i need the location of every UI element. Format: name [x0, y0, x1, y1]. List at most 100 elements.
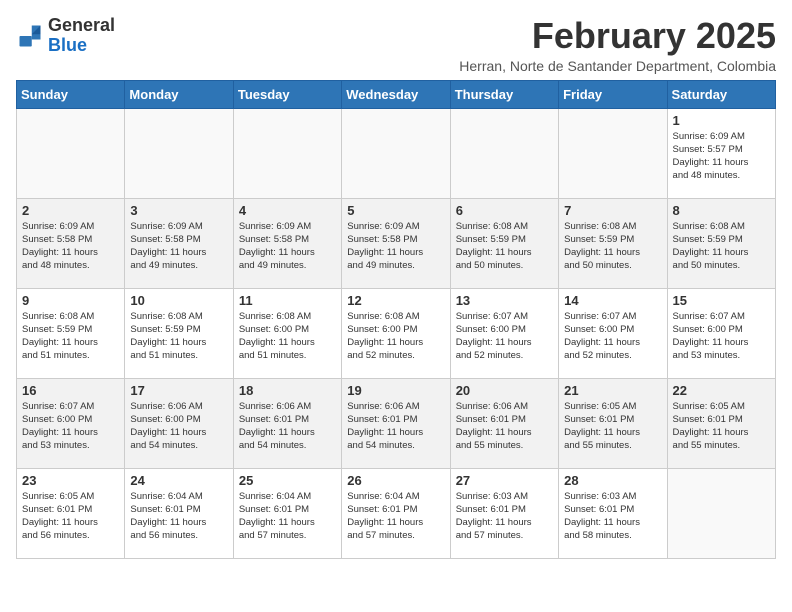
day-number: 15 — [673, 293, 770, 308]
day-number: 17 — [130, 383, 227, 398]
calendar-cell: 1 Sunrise: 6:09 AM Sunset: 5:57 PM Daylig… — [667, 108, 775, 198]
day-number: 16 — [22, 383, 119, 398]
weekday-header-thursday: Thursday — [450, 80, 558, 108]
calendar-cell: 10 Sunrise: 6:08 AM Sunset: 5:59 PM Dayli… — [125, 288, 233, 378]
logo: General Blue — [16, 16, 115, 56]
calendar-cell: 19 Sunrise: 6:06 AM Sunset: 6:01 PM Dayli… — [342, 378, 450, 468]
weekday-header-saturday: Saturday — [667, 80, 775, 108]
weekday-header-wednesday: Wednesday — [342, 80, 450, 108]
calendar-week-2: 2 Sunrise: 6:09 AM Sunset: 5:58 PM Daylig… — [17, 198, 776, 288]
day-info: Sunrise: 6:08 AM Sunset: 5:59 PM Dayligh… — [130, 310, 227, 363]
calendar-cell: 25Sunrise: 6:04 AM Sunset: 6:01 PM Dayli… — [233, 468, 341, 558]
weekday-header-row: SundayMondayTuesdayWednesdayThursdayFrid… — [17, 80, 776, 108]
calendar-cell: 9 Sunrise: 6:08 AM Sunset: 5:59 PM Daylig… — [17, 288, 125, 378]
day-number: 5 — [347, 203, 444, 218]
day-info: Sunrise: 6:06 AM Sunset: 6:00 PM Dayligh… — [130, 400, 227, 453]
day-info: Sunrise: 6:05 AM Sunset: 6:01 PM Dayligh… — [22, 490, 119, 543]
day-info: Sunrise: 6:07 AM Sunset: 6:00 PM Dayligh… — [456, 310, 553, 363]
calendar-cell — [559, 108, 667, 198]
day-info: Sunrise: 6:06 AM Sunset: 6:01 PM Dayligh… — [456, 400, 553, 453]
calendar-week-5: 23 Sunrise: 6:05 AM Sunset: 6:01 PM Dayli… — [17, 468, 776, 558]
calendar-cell: 11 Sunrise: 6:08 AM Sunset: 6:00 PM Dayli… — [233, 288, 341, 378]
day-number: 9 — [22, 293, 119, 308]
day-info: Sunrise: 6:08 AM Sunset: 5:59 PM Dayligh… — [564, 220, 661, 273]
calendar-cell — [17, 108, 125, 198]
weekday-header-tuesday: Tuesday — [233, 80, 341, 108]
day-number: 22 — [673, 383, 770, 398]
day-number: 24 — [130, 473, 227, 488]
day-info: Sunrise: 6:05 AM Sunset: 6:01 PM Dayligh… — [673, 400, 770, 453]
calendar-cell: 8 Sunrise: 6:08 AM Sunset: 5:59 PM Daylig… — [667, 198, 775, 288]
day-number: 13 — [456, 293, 553, 308]
day-number: 6 — [456, 203, 553, 218]
day-number: 14 — [564, 293, 661, 308]
day-info: Sunrise: 6:09 AM Sunset: 5:58 PM Dayligh… — [22, 220, 119, 273]
day-info: Sunrise: 6:04 AM Sunset: 6:01 PM Dayligh… — [239, 490, 336, 543]
day-number: 1 — [673, 113, 770, 128]
day-info: Sunrise: 6:08 AM Sunset: 5:59 PM Dayligh… — [22, 310, 119, 363]
calendar-cell: 5Sunrise: 6:09 AM Sunset: 5:58 PM Daylig… — [342, 198, 450, 288]
day-number: 27 — [456, 473, 553, 488]
calendar-cell: 27 Sunrise: 6:03 AM Sunset: 6:01 PM Dayli… — [450, 468, 558, 558]
day-info: Sunrise: 6:06 AM Sunset: 6:01 PM Dayligh… — [347, 400, 444, 453]
day-number: 10 — [130, 293, 227, 308]
day-info: Sunrise: 6:09 AM Sunset: 5:58 PM Dayligh… — [130, 220, 227, 273]
calendar-cell: 26 Sunrise: 6:04 AM Sunset: 6:01 PM Dayli… — [342, 468, 450, 558]
day-info: Sunrise: 6:07 AM Sunset: 6:00 PM Dayligh… — [564, 310, 661, 363]
day-number: 12 — [347, 293, 444, 308]
calendar-week-1: 1 Sunrise: 6:09 AM Sunset: 5:57 PM Daylig… — [17, 108, 776, 198]
day-number: 26 — [347, 473, 444, 488]
day-info: Sunrise: 6:07 AM Sunset: 6:00 PM Dayligh… — [22, 400, 119, 453]
weekday-header-friday: Friday — [559, 80, 667, 108]
calendar-cell: 23 Sunrise: 6:05 AM Sunset: 6:01 PM Dayli… — [17, 468, 125, 558]
day-number: 28 — [564, 473, 661, 488]
day-info: Sunrise: 6:08 AM Sunset: 5:59 PM Dayligh… — [456, 220, 553, 273]
day-info: Sunrise: 6:08 AM Sunset: 5:59 PM Dayligh… — [673, 220, 770, 273]
calendar-cell: 12 Sunrise: 6:08 AM Sunset: 6:00 PM Dayli… — [342, 288, 450, 378]
calendar-cell — [667, 468, 775, 558]
calendar-cell: 13 Sunrise: 6:07 AM Sunset: 6:00 PM Dayli… — [450, 288, 558, 378]
calendar-cell — [342, 108, 450, 198]
calendar-cell — [233, 108, 341, 198]
calendar-cell: 22 Sunrise: 6:05 AM Sunset: 6:01 PM Dayli… — [667, 378, 775, 468]
title-block: February 2025 Herran, Norte de Santander… — [459, 16, 776, 74]
weekday-header-sunday: Sunday — [17, 80, 125, 108]
month-year-title: February 2025 — [459, 16, 776, 56]
day-info: Sunrise: 6:08 AM Sunset: 6:00 PM Dayligh… — [239, 310, 336, 363]
calendar-cell: 7Sunrise: 6:08 AM Sunset: 5:59 PM Daylig… — [559, 198, 667, 288]
day-info: Sunrise: 6:04 AM Sunset: 6:01 PM Dayligh… — [347, 490, 444, 543]
day-number: 2 — [22, 203, 119, 218]
day-number: 3 — [130, 203, 227, 218]
page-header: General Blue February 2025 Herran, Norte… — [16, 16, 776, 74]
calendar-cell: 16 Sunrise: 6:07 AM Sunset: 6:00 PM Dayli… — [17, 378, 125, 468]
day-info: Sunrise: 6:05 AM Sunset: 6:01 PM Dayligh… — [564, 400, 661, 453]
day-number: 21 — [564, 383, 661, 398]
calendar-cell: 14 Sunrise: 6:07 AM Sunset: 6:00 PM Dayli… — [559, 288, 667, 378]
calendar-cell: 17 Sunrise: 6:06 AM Sunset: 6:00 PM Dayli… — [125, 378, 233, 468]
calendar-cell: 3 Sunrise: 6:09 AM Sunset: 5:58 PM Daylig… — [125, 198, 233, 288]
day-number: 19 — [347, 383, 444, 398]
day-info: Sunrise: 6:04 AM Sunset: 6:01 PM Dayligh… — [130, 490, 227, 543]
calendar-week-3: 9 Sunrise: 6:08 AM Sunset: 5:59 PM Daylig… — [17, 288, 776, 378]
calendar-cell: 18Sunrise: 6:06 AM Sunset: 6:01 PM Dayli… — [233, 378, 341, 468]
logo-blue: Blue — [48, 35, 87, 55]
day-info: Sunrise: 6:08 AM Sunset: 6:00 PM Dayligh… — [347, 310, 444, 363]
calendar-cell: 28 Sunrise: 6:03 AM Sunset: 6:01 PM Dayli… — [559, 468, 667, 558]
calendar-cell: 6 Sunrise: 6:08 AM Sunset: 5:59 PM Daylig… — [450, 198, 558, 288]
location-subtitle: Herran, Norte de Santander Department, C… — [459, 58, 776, 74]
day-number: 23 — [22, 473, 119, 488]
day-info: Sunrise: 6:07 AM Sunset: 6:00 PM Dayligh… — [673, 310, 770, 363]
day-info: Sunrise: 6:09 AM Sunset: 5:58 PM Dayligh… — [239, 220, 336, 273]
day-number: 11 — [239, 293, 336, 308]
day-info: Sunrise: 6:06 AM Sunset: 6:01 PM Dayligh… — [239, 400, 336, 453]
day-number: 4 — [239, 203, 336, 218]
calendar-table: SundayMondayTuesdayWednesdayThursdayFrid… — [16, 80, 776, 559]
logo-icon — [16, 22, 44, 50]
calendar-cell — [450, 108, 558, 198]
day-info: Sunrise: 6:09 AM Sunset: 5:57 PM Dayligh… — [673, 130, 770, 183]
day-info: Sunrise: 6:03 AM Sunset: 6:01 PM Dayligh… — [456, 490, 553, 543]
day-info: Sunrise: 6:03 AM Sunset: 6:01 PM Dayligh… — [564, 490, 661, 543]
day-number: 8 — [673, 203, 770, 218]
calendar-cell: 20Sunrise: 6:06 AM Sunset: 6:01 PM Dayli… — [450, 378, 558, 468]
calendar-cell: 21 Sunrise: 6:05 AM Sunset: 6:01 PM Dayli… — [559, 378, 667, 468]
